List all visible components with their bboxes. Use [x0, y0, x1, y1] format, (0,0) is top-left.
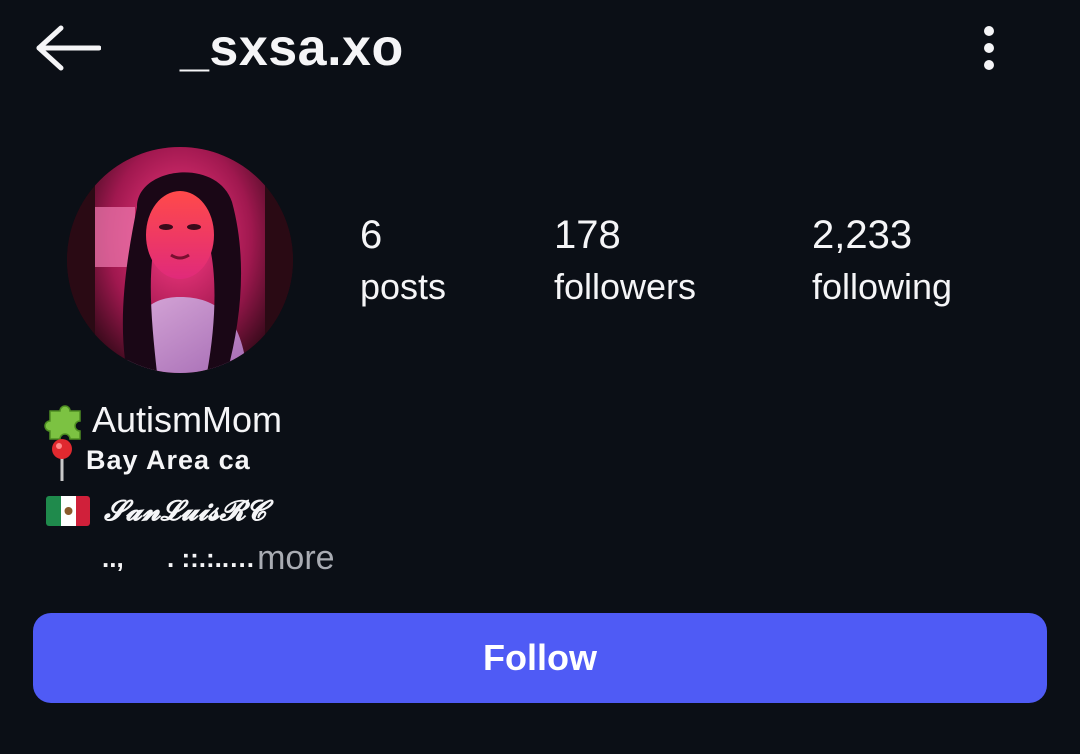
more-vertical-icon	[984, 26, 994, 70]
bio-text-line4: .., . ::.:..…	[102, 542, 256, 573]
bio-more-link[interactable]: more	[257, 539, 334, 578]
bio-text-line2: Bay Area ca	[86, 444, 251, 475]
bio-text-line1: AutismMom	[92, 399, 283, 440]
bio-text-line3: 𝓢𝓪𝓷𝓛𝓾𝓲𝓼𝓡𝓒	[104, 494, 266, 527]
stat-followers[interactable]: 178 followers	[554, 210, 696, 314]
bio-line: AutismMom	[44, 398, 282, 442]
posts-label: posts	[360, 266, 447, 307]
stat-posts[interactable]: 6 posts	[360, 210, 446, 314]
follow-button[interactable]: Follow	[33, 613, 1047, 703]
followers-count: 178	[554, 213, 621, 257]
following-label: following	[812, 266, 953, 307]
mexico-flag-icon	[46, 496, 90, 526]
bio-line: .., . ::.:..… more	[102, 536, 335, 580]
following-count: 2,233	[812, 213, 913, 257]
bio-line: Bay Area ca	[48, 439, 251, 481]
puzzle-piece-icon	[44, 405, 81, 440]
back-button[interactable]	[30, 18, 106, 78]
profile-username: _sxsa.xo	[180, 19, 404, 77]
top-app-bar: _sxsa.xo	[0, 0, 1080, 100]
round-pushpin-icon	[52, 439, 72, 481]
profile-stats: 6 posts 178 followers 2,233 following	[0, 210, 1080, 320]
bio-line: 𝓢𝓪𝓷𝓛𝓾𝓲𝓼𝓡𝓒	[46, 488, 266, 534]
posts-count: 6	[360, 213, 383, 257]
arrow-left-icon	[36, 25, 101, 71]
more-options-button[interactable]	[966, 16, 1012, 80]
stat-following[interactable]: 2,233 following	[812, 210, 952, 314]
followers-label: followers	[554, 266, 697, 307]
